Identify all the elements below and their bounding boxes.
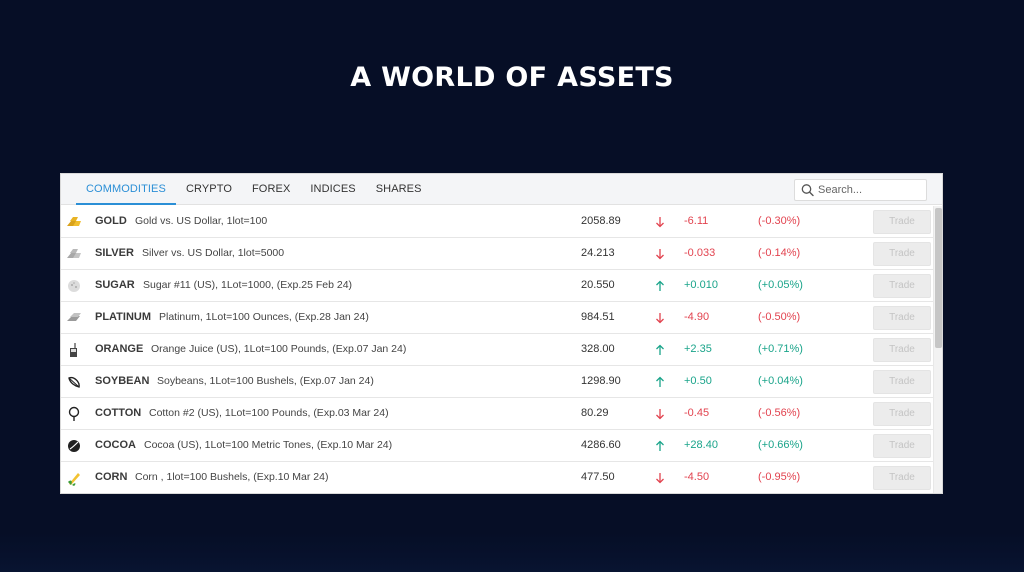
asset-change-percent: (-0.14%) [758, 247, 801, 259]
juice-glass-icon [70, 343, 77, 357]
platinum-bars-icon [67, 313, 81, 321]
silver-bars-icon [67, 249, 81, 258]
asset-symbol: COTTON [95, 407, 142, 419]
arrow-down-icon [655, 216, 665, 231]
background-glow [0, 532, 1024, 572]
search-icon [801, 184, 814, 197]
page-title: A WORLD OF ASSETS [350, 62, 674, 93]
soybean-icon [68, 376, 80, 388]
asset-price: 328.00 [581, 343, 615, 355]
trade-button[interactable]: Trade [873, 370, 931, 394]
asset-symbol: COCOA [95, 439, 136, 451]
trade-button[interactable]: Trade [873, 210, 931, 234]
trade-button[interactable]: Trade [873, 338, 931, 362]
asset-symbol: CORN [95, 471, 128, 483]
asset-change: -6.11 [684, 215, 709, 227]
trade-button[interactable]: Trade [873, 306, 931, 330]
asset-row-gold[interactable]: GOLD Gold vs. US Dollar, 1lot=100 2058.89 -… [61, 206, 934, 238]
cotton-icon [68, 406, 80, 421]
asset-description: Sugar #11 (US), 1Lot=1000, (Exp.25 Feb 2… [143, 279, 353, 291]
asset-change: +28.40 [684, 439, 718, 451]
asset-change-percent: (-0.95%) [758, 471, 801, 483]
arrow-down-icon [655, 472, 665, 487]
asset-table-panel: COMMODITIES CRYPTO FOREX INDICES SHARES … [60, 173, 943, 494]
asset-change: -0.45 [684, 407, 710, 419]
asset-price: 4286.60 [581, 439, 621, 451]
arrow-up-icon [655, 376, 665, 391]
asset-row-orange[interactable]: ORANGE Orange Juice (US), 1Lot=100 Pounds… [61, 334, 934, 366]
asset-row-cocoa[interactable]: COCOA Cocoa (US), 1Lot=100 Metric Tones, … [61, 430, 934, 462]
asset-description: Platinum, 1Lot=100 Ounces, (Exp.28 Jan 2… [159, 311, 369, 323]
asset-row-cotton[interactable]: COTTON Cotton #2 (US), 1Lot=100 Pounds, (… [61, 398, 934, 430]
arrow-down-icon [655, 408, 665, 423]
asset-description: Silver vs. US Dollar, 1lot=5000 [142, 247, 285, 259]
asset-price: 24.213 [581, 247, 615, 259]
asset-change: +0.010 [684, 279, 718, 291]
asset-description: Cocoa (US), 1Lot=100 Metric Tones, (Exp.… [144, 439, 393, 451]
arrow-up-icon [655, 344, 665, 359]
tab-forex[interactable]: FOREX [242, 174, 300, 205]
asset-price: 1298.90 [581, 375, 621, 387]
asset-price: 2058.89 [581, 215, 621, 227]
asset-symbol: GOLD [95, 215, 127, 227]
tab-bar: COMMODITIES CRYPTO FOREX INDICES SHARES [61, 174, 942, 205]
asset-symbol: PLATINUM [95, 311, 152, 323]
asset-change-percent: (-0.30%) [758, 215, 801, 227]
asset-symbol: SOYBEAN [95, 375, 150, 387]
asset-price: 20.550 [581, 279, 615, 291]
arrow-up-icon [655, 280, 665, 295]
arrow-down-icon [655, 312, 665, 327]
sugar-icon [68, 280, 80, 292]
asset-change: +2.35 [684, 343, 712, 355]
arrow-down-icon [655, 248, 665, 263]
tab-commodities[interactable]: COMMODITIES [76, 174, 176, 205]
trade-button[interactable]: Trade [873, 274, 931, 298]
asset-symbol: ORANGE [95, 343, 144, 355]
trade-button[interactable]: Trade [873, 466, 931, 490]
asset-row-platinum[interactable]: PLATINUM Platinum, 1Lot=100 Ounces, (Exp.… [61, 302, 934, 334]
asset-row-sugar[interactable]: SUGAR Sugar #11 (US), 1Lot=1000, (Exp.25 … [61, 270, 934, 302]
corn-icon [68, 473, 80, 486]
tab-shares[interactable]: SHARES [366, 174, 432, 205]
asset-list: GOLD Gold vs. US Dollar, 1lot=100 2058.89 -… [61, 206, 934, 493]
asset-description: Gold vs. US Dollar, 1lot=100 [135, 215, 268, 227]
asset-symbol: SILVER [95, 247, 134, 259]
asset-change: -0.033 [684, 247, 716, 259]
gold-bars-icon [67, 217, 81, 226]
asset-price: 80.29 [581, 407, 609, 419]
arrow-up-icon [655, 440, 665, 455]
asset-change-percent: (-0.56%) [758, 407, 801, 419]
tab-crypto[interactable]: CRYPTO [176, 174, 242, 205]
asset-symbol: SUGAR [95, 279, 135, 291]
scrollbar-thumb[interactable] [935, 208, 942, 348]
search-input[interactable] [818, 184, 918, 196]
asset-description: Orange Juice (US), 1Lot=100 Pounds, (Exp… [151, 343, 407, 355]
trade-button[interactable]: Trade [873, 402, 931, 426]
asset-description: Cotton #2 (US), 1Lot=100 Pounds, (Exp.03… [149, 407, 389, 419]
asset-change: +0.50 [684, 375, 712, 387]
scrollbar[interactable] [933, 206, 942, 493]
asset-tabs: COMMODITIES CRYPTO FOREX INDICES SHARES [76, 174, 432, 205]
trade-button[interactable]: Trade [873, 434, 931, 458]
asset-change-percent: (+0.05%) [758, 279, 803, 291]
asset-change: -4.50 [684, 471, 710, 483]
asset-change-percent: (+0.66%) [758, 439, 803, 451]
asset-price: 477.50 [581, 471, 615, 483]
asset-description: Soybeans, 1Lot=100 Bushels, (Exp.07 Jan … [157, 375, 374, 387]
asset-change: -4.90 [684, 311, 710, 323]
asset-description: Corn , 1lot=100 Bushels, (Exp.10 Mar 24) [135, 471, 329, 483]
asset-row-silver[interactable]: SILVER Silver vs. US Dollar, 1lot=5000 24.… [61, 238, 934, 270]
tab-indices[interactable]: INDICES [300, 174, 365, 205]
cocoa-bean-icon [68, 440, 80, 452]
asset-row-soybean[interactable]: SOYBEAN Soybeans, 1Lot=100 Bushels, (Exp.… [61, 366, 934, 398]
asset-change-percent: (+0.71%) [758, 343, 803, 355]
trade-button[interactable]: Trade [873, 242, 931, 266]
asset-row-corn[interactable]: CORN Corn , 1lot=100 Bushels, (Exp.10 Mar… [61, 462, 934, 493]
search-box[interactable] [794, 179, 927, 201]
asset-change-percent: (-0.50%) [758, 311, 801, 323]
asset-change-percent: (+0.04%) [758, 375, 803, 387]
asset-price: 984.51 [581, 311, 615, 323]
